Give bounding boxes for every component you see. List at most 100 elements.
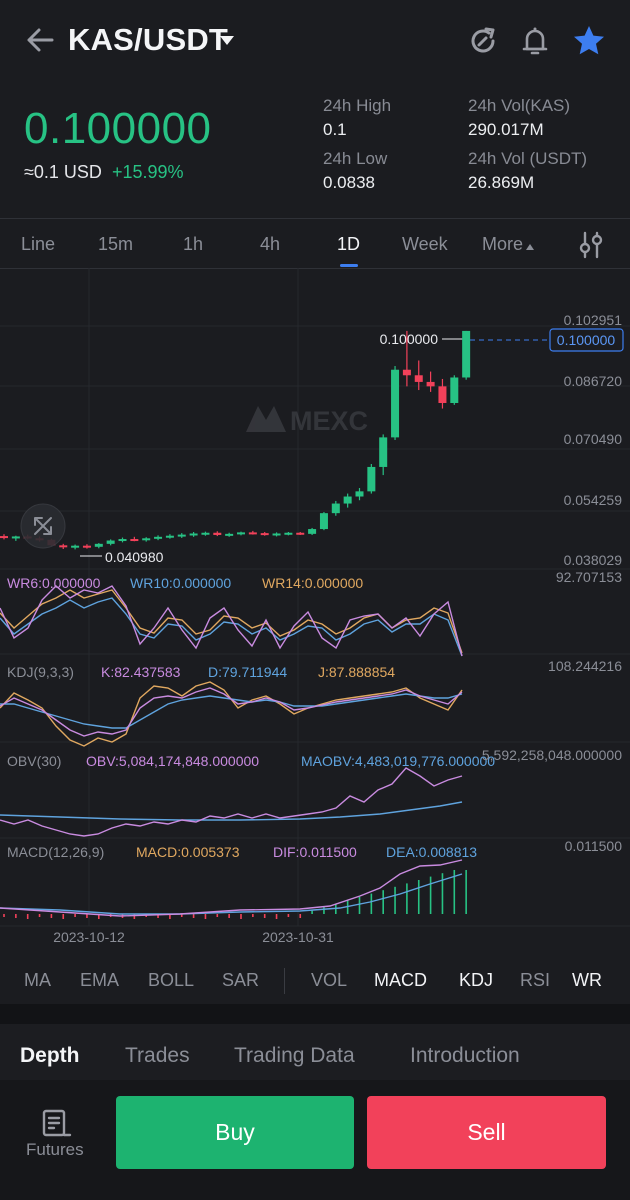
sell-button[interactable]: Sell bbox=[367, 1096, 606, 1169]
maobv-label: MAOBV:4,483,019,776.000000 bbox=[301, 753, 495, 769]
sliders-icon[interactable] bbox=[576, 230, 606, 260]
indicator-macd[interactable]: MACD bbox=[374, 970, 427, 991]
tab-1h[interactable]: 1h bbox=[183, 234, 203, 255]
kdj-name: KDJ(9,3,3) bbox=[7, 664, 74, 680]
tab-trading-data[interactable]: Trading Data bbox=[234, 1044, 355, 1068]
macd-bar bbox=[38, 914, 41, 917]
indicator-wr[interactable]: WR bbox=[572, 970, 602, 991]
low-marker-text: 0.040980 bbox=[105, 549, 164, 565]
tab-introduction[interactable]: Introduction bbox=[410, 1044, 520, 1068]
kdj-d-label: D:79.711944 bbox=[208, 664, 287, 680]
back-arrow-icon[interactable] bbox=[22, 22, 58, 58]
price-axis-label: 0.054259 bbox=[564, 492, 623, 508]
candle-body bbox=[59, 545, 68, 548]
candle-body bbox=[71, 545, 80, 548]
tab-line[interactable]: Line bbox=[21, 234, 55, 255]
macd-bar bbox=[252, 914, 254, 917]
tab-1d[interactable]: 1D bbox=[337, 234, 360, 255]
timeframe-tabs: Line 15m 1h 4h 1D Week More bbox=[0, 220, 630, 268]
candle-body bbox=[94, 543, 103, 547]
macd-bar bbox=[62, 914, 65, 919]
candle-body bbox=[130, 539, 139, 542]
futures-label[interactable]: Futures bbox=[26, 1140, 84, 1160]
candle-body bbox=[343, 496, 352, 504]
candle-body bbox=[165, 535, 174, 538]
tab-15m[interactable]: 15m bbox=[98, 234, 133, 255]
macd-bar bbox=[216, 914, 219, 917]
candlestick-chart[interactable]: MEXC 0.102951 0.086720 0.070490 0.054259… bbox=[0, 268, 630, 950]
pair-dropdown-caret-icon[interactable] bbox=[220, 36, 234, 45]
candle-body bbox=[142, 538, 151, 541]
price-axis-label: 0.038029 bbox=[564, 552, 623, 568]
candle-body bbox=[82, 545, 91, 548]
macd-bar bbox=[382, 890, 384, 914]
obv-axis-label: 5,592,258,048.000000 bbox=[482, 747, 622, 763]
obv-name: OBV(30) bbox=[7, 753, 61, 769]
indicator-kdj[interactable]: KDJ bbox=[459, 970, 493, 991]
active-tab-indicator bbox=[340, 264, 358, 267]
vol-kas-label: 24h Vol(KAS) bbox=[468, 96, 571, 115]
macd-bar bbox=[204, 914, 207, 919]
macd-bar bbox=[394, 886, 396, 914]
candle-body bbox=[11, 536, 20, 539]
bell-icon[interactable] bbox=[518, 24, 552, 58]
macd-bar bbox=[26, 914, 29, 919]
macd-bar bbox=[133, 914, 136, 919]
tab-more[interactable]: More bbox=[482, 234, 535, 255]
macd-bar bbox=[192, 914, 195, 918]
obv-line bbox=[0, 767, 463, 837]
macd-bar bbox=[406, 883, 408, 914]
date-label: 2023-10-31 bbox=[262, 929, 334, 945]
candle-body bbox=[284, 532, 293, 535]
wr14-line bbox=[0, 589, 463, 654]
indicator-rsi[interactable]: RSI bbox=[520, 970, 550, 991]
tab-4h[interactable]: 4h bbox=[260, 234, 280, 255]
kdj-k-label: K:82.437583 bbox=[101, 664, 181, 680]
candle-body bbox=[462, 330, 471, 378]
vol-kas-value: 290.017M bbox=[468, 120, 544, 139]
high-label: 24h High bbox=[323, 96, 392, 115]
wr-axis-label: 92.707153 bbox=[556, 569, 622, 585]
high-value: 0.1 bbox=[323, 120, 347, 139]
dif-line bbox=[0, 859, 463, 917]
candles bbox=[0, 330, 471, 550]
pair-title[interactable]: KAS/USDT bbox=[68, 22, 228, 58]
macd-bar bbox=[323, 907, 325, 914]
dif-label: DIF:0.011500 bbox=[273, 844, 357, 860]
candle-body bbox=[414, 375, 423, 382]
macd-bar bbox=[275, 914, 278, 919]
buy-button[interactable]: Buy bbox=[116, 1096, 354, 1169]
high-marker-text: 0.100000 bbox=[380, 331, 439, 347]
last-price: 0.100000 bbox=[24, 104, 212, 153]
indicator-ema[interactable]: EMA bbox=[80, 970, 119, 991]
macd-bar bbox=[311, 910, 313, 914]
candle-body bbox=[189, 533, 198, 536]
candle-body bbox=[260, 533, 269, 536]
candle-body bbox=[331, 503, 340, 514]
futures-icon[interactable] bbox=[40, 1108, 74, 1140]
tab-trades[interactable]: Trades bbox=[125, 1044, 190, 1068]
low-value: 0.0838 bbox=[323, 173, 375, 192]
indicator-vol[interactable]: VOL bbox=[311, 970, 347, 991]
section-gap bbox=[0, 1004, 630, 1024]
indicator-ma[interactable]: MA bbox=[24, 970, 51, 991]
wr10-label: WR10:0.000000 bbox=[130, 575, 231, 591]
indicator-boll[interactable]: BOLL bbox=[148, 970, 194, 991]
maobv-line bbox=[0, 801, 463, 821]
indicator-sar[interactable]: SAR bbox=[222, 970, 259, 991]
tab-depth[interactable]: Depth bbox=[20, 1044, 80, 1068]
macd-bar bbox=[86, 914, 88, 918]
candle-body bbox=[106, 540, 115, 544]
crosshair-button[interactable] bbox=[20, 503, 66, 549]
low-label: 24h Low bbox=[323, 149, 388, 168]
price-axis-label: 0.070490 bbox=[564, 431, 623, 447]
indicator-separator bbox=[284, 968, 285, 994]
more-caret-icon bbox=[526, 244, 535, 250]
wr14-label: WR14:0.000000 bbox=[262, 575, 363, 591]
refresh-icon[interactable] bbox=[466, 24, 500, 58]
tab-week[interactable]: Week bbox=[402, 234, 448, 255]
macd-value-label: MACD:0.005373 bbox=[136, 844, 240, 860]
star-icon[interactable] bbox=[572, 24, 606, 58]
bottom-action-bar: Futures Buy Sell bbox=[0, 1080, 630, 1200]
macd-bar bbox=[240, 914, 242, 919]
